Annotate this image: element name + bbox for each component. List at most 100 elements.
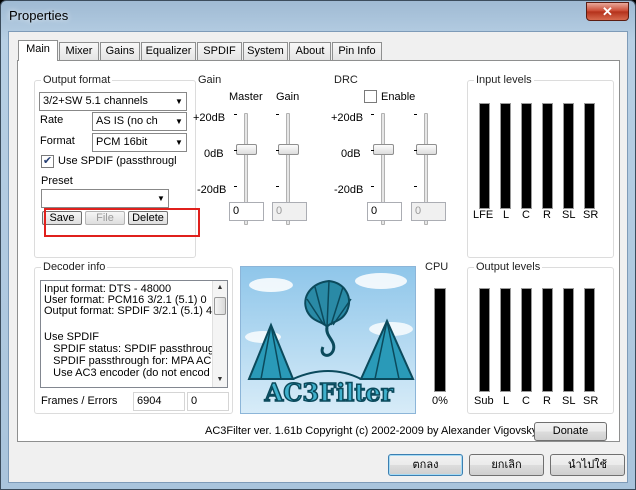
drc-value2-field[interactable]: 0 xyxy=(411,202,446,221)
output-levels-title: Output levels xyxy=(474,261,543,273)
rate-select[interactable]: AS IS (no ch ▼ xyxy=(92,112,187,131)
drc-slider1-thumb[interactable] xyxy=(373,144,394,155)
tick xyxy=(414,114,417,115)
output-meter-sl xyxy=(563,288,574,392)
scroll-thumb[interactable] xyxy=(214,297,226,315)
format-select-value: PCM 16bit xyxy=(96,136,148,148)
tick xyxy=(414,186,417,187)
rate-label: Rate xyxy=(40,114,64,126)
preset-select[interactable]: ▼ xyxy=(41,189,169,208)
tick xyxy=(234,186,237,187)
input-meter-lfe xyxy=(479,103,490,209)
output-channel-sl: SL xyxy=(562,395,576,407)
drc-group: DRC xyxy=(325,74,461,258)
rate-value: AS IS (no ch xyxy=(96,115,158,127)
tab-gains[interactable]: Gains xyxy=(100,42,140,60)
decoder-line: SPDIF passthrough for: MPA AC xyxy=(44,355,212,367)
output-meter-c xyxy=(521,288,532,392)
tick xyxy=(276,150,279,151)
cpu-value: 0% xyxy=(432,395,448,407)
format-select[interactable]: PCM 16bit ▼ xyxy=(92,133,187,152)
drc-enable-checkbox[interactable] xyxy=(364,90,377,103)
input-meter-c xyxy=(521,103,532,209)
gain-scale-top: +20dB xyxy=(193,112,226,124)
close-button[interactable]: ✕ xyxy=(586,2,629,21)
master-value-field[interactable]: 0 xyxy=(229,202,264,221)
gain-title: Gain xyxy=(196,74,224,86)
frames-errors-label: Frames / Errors xyxy=(41,395,118,407)
errors-value: 0 xyxy=(187,392,229,411)
tab-spdif[interactable]: SPDIF xyxy=(197,42,242,60)
main-tab-panel: Output format 3/2+SW 5.1 channels ▼ Rate… xyxy=(17,60,620,442)
output-channel-c: C xyxy=(522,395,530,407)
decoder-line: Use AC3 encoder (do not encod xyxy=(44,367,210,379)
drc-value1-field[interactable]: 0 xyxy=(367,202,402,221)
input-channel-sl: SL xyxy=(562,209,576,221)
tick xyxy=(234,150,237,151)
use-spdif-label[interactable]: Use SPDIF (passthrougl xyxy=(58,155,177,167)
chevron-down-icon: ▼ xyxy=(172,134,186,151)
drc-scale-bottom: -20dB xyxy=(334,184,364,196)
master-slider-thumb[interactable] xyxy=(236,144,257,155)
decoder-info-list[interactable]: Input format: DTS - 48000 User format: P… xyxy=(40,280,228,388)
logo-text: AC3Filter xyxy=(264,378,394,407)
gain-slider-thumb[interactable] xyxy=(278,144,299,155)
tick xyxy=(371,186,374,187)
properties-window: Properties ✕ Main Mixer Gains Equalizer … xyxy=(0,0,636,490)
tick xyxy=(276,186,279,187)
decoder-line: SPDIF status: SPDIF passthroug xyxy=(44,343,214,355)
gain-channel-label: Gain xyxy=(276,91,300,103)
dialog-client-area: Main Mixer Gains Equalizer SPDIF System … xyxy=(8,31,628,483)
output-meter-l xyxy=(500,288,511,392)
output-channel-sub: Sub xyxy=(474,395,494,407)
input-channel-c: C xyxy=(522,209,530,221)
tick xyxy=(414,150,417,151)
master-label: Master xyxy=(229,91,263,103)
drc-enable-label[interactable]: Enable xyxy=(381,91,415,103)
gain-scale-bottom: -20dB xyxy=(197,184,227,196)
tab-pin-info[interactable]: Pin Info xyxy=(332,42,382,60)
output-format-value: 3/2+SW 5.1 channels xyxy=(43,95,148,107)
tab-system[interactable]: System xyxy=(243,42,288,60)
drc-scale-mid: 0dB xyxy=(341,148,361,160)
cpu-meter xyxy=(434,288,446,392)
output-channel-l: L xyxy=(503,395,510,407)
gain-scale-mid: 0dB xyxy=(204,148,224,160)
decoder-line: Use SPDIF xyxy=(44,331,100,343)
tab-equalizer[interactable]: Equalizer xyxy=(141,42,196,60)
format-label: Format xyxy=(40,135,75,147)
input-meter-r xyxy=(542,103,553,209)
ok-button[interactable]: ตกลง xyxy=(388,454,463,476)
donate-button[interactable]: Donate xyxy=(534,422,607,441)
copyright-text: AC3Filter ver. 1.61b Copyright (c) 2002-… xyxy=(205,425,538,437)
tab-main[interactable]: Main xyxy=(18,40,58,61)
chevron-down-icon: ▼ xyxy=(154,190,168,207)
scroll-down-icon[interactable]: ▼ xyxy=(213,373,227,387)
tick xyxy=(276,114,279,115)
gain-value-field[interactable]: 0 xyxy=(272,202,307,221)
output-meter-sr xyxy=(584,288,595,392)
decoder-line: Output format: SPDIF 3/2.1 (5.1) 4 xyxy=(44,305,213,317)
decoder-info-title: Decoder info xyxy=(41,261,108,273)
logo-image: AC3Filter xyxy=(241,267,415,413)
output-channel-r: R xyxy=(543,395,551,407)
scroll-up-icon[interactable]: ▲ xyxy=(213,281,227,295)
tick xyxy=(234,114,237,115)
title-bar[interactable]: Properties ✕ xyxy=(1,1,635,31)
input-meter-sl xyxy=(563,103,574,209)
output-channel-sr: SR xyxy=(583,395,599,407)
window-title: Properties xyxy=(9,8,69,23)
chevron-down-icon: ▼ xyxy=(172,113,186,130)
output-meter-r xyxy=(542,288,553,392)
output-format-select[interactable]: 3/2+SW 5.1 channels ▼ xyxy=(39,92,187,111)
tab-about[interactable]: About xyxy=(289,42,331,60)
spdif-highlight-box xyxy=(44,208,200,237)
use-spdif-checkbox[interactable]: ✔ xyxy=(41,155,54,168)
drc-slider2-thumb[interactable] xyxy=(416,144,437,155)
tick xyxy=(371,114,374,115)
cancel-button[interactable]: ยกเลิก xyxy=(469,454,544,476)
decoder-scrollbar[interactable]: ▲ ▼ xyxy=(212,281,227,387)
tab-mixer[interactable]: Mixer xyxy=(59,42,99,60)
apply-button[interactable]: นำไปใช้ xyxy=(550,454,625,476)
cpu-title: CPU xyxy=(423,261,451,273)
